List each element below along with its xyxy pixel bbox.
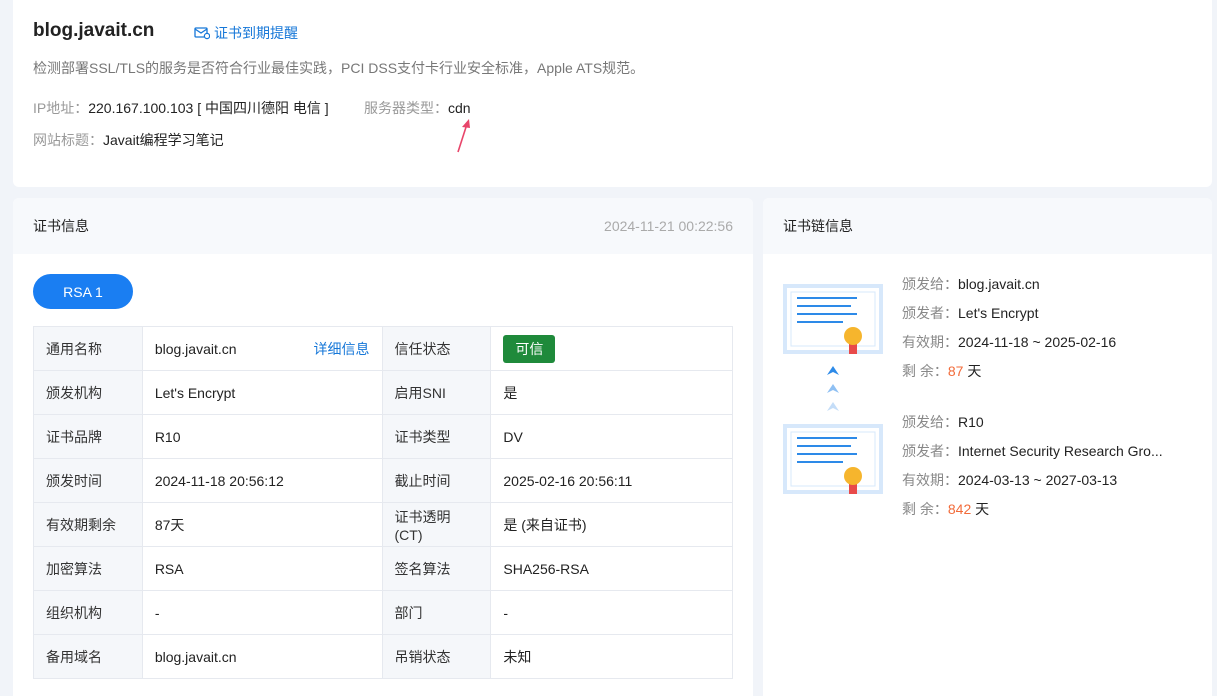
- detail-info-link[interactable]: 详细信息: [314, 339, 370, 359]
- cert-info-header: 证书信息 2024-11-21 00:22:56: [13, 198, 753, 254]
- page-description: 检测部署SSL/TLS的服务是否符合行业最佳实践，PCI DSS支付卡行业安全标…: [33, 60, 645, 76]
- issued-to-label: 颁发给：: [902, 276, 958, 292]
- check-timestamp: 2024-11-21 00:22:56: [604, 218, 733, 234]
- cert-value: Let's Encrypt: [141, 370, 383, 415]
- annotation-arrow-icon: [457, 119, 470, 153]
- certificate-icon: [783, 284, 883, 354]
- site-title-value: Javait编程学习笔记: [103, 132, 224, 148]
- ip-label: IP地址：: [33, 100, 89, 116]
- ip-value: 220.167.100.103 [ 中国四川德阳 电信 ]: [88, 100, 329, 116]
- table-row: 备用域名 blog.javait.cn 吊销状态 未知: [33, 634, 733, 679]
- cert-key: 组织机构: [33, 590, 143, 635]
- days-unit: 天: [975, 501, 990, 517]
- cert-key: 证书品牌: [33, 414, 143, 459]
- cert-key: 启用SNI: [381, 370, 492, 415]
- cert-key: 截止时间: [381, 458, 492, 503]
- tab-rsa-1[interactable]: RSA 1: [33, 274, 133, 309]
- site-title-info: 网站标题：Javait编程学习笔记: [33, 130, 224, 150]
- cert-value: DV: [490, 414, 733, 459]
- issuer-label: 颁发者：: [902, 443, 958, 459]
- trust-status-badge: 可信: [503, 334, 556, 363]
- remaining-label: 剩 余：: [902, 363, 948, 379]
- cert-value: -: [490, 590, 733, 635]
- cert-detail-table: 通用名称 blog.javait.cn 详细信息 信任状态 可信 颁发机构 Le…: [33, 326, 733, 679]
- validity-value: 2024-11-18 ~ 2025-02-16: [958, 334, 1117, 350]
- remind-link-label: 证书到期提醒: [214, 25, 298, 41]
- chain-up-arrows-icon: [827, 366, 839, 411]
- cert-info-title: 证书信息: [33, 218, 89, 234]
- validity-value: 2024-03-13 ~ 2027-03-13: [958, 472, 1118, 488]
- table-row: 加密算法 RSA 签名算法 SHA256-RSA: [33, 546, 733, 591]
- issued-to-value: blog.javait.cn: [958, 276, 1040, 292]
- site-title-label: 网站标题：: [33, 132, 103, 148]
- cert-key: 通用名称: [33, 326, 143, 371]
- validity-label: 有效期：: [902, 334, 958, 350]
- table-row: 有效期剩余 87天 证书透明(CT) 是 (来自证书): [33, 502, 733, 547]
- cert-value: -: [141, 590, 383, 635]
- chain-item-details: 颁发给：blog.javait.cn 颁发者：Let's Encrypt 有效期…: [902, 274, 1116, 390]
- cert-value: R10: [141, 414, 383, 459]
- days-unit: 天: [967, 363, 982, 379]
- cert-key: 证书类型: [381, 414, 492, 459]
- cert-key: 吊销状态: [381, 634, 492, 679]
- cert-key: 证书透明(CT): [381, 502, 492, 547]
- chain-item-details: 颁发给：R10 颁发者：Internet Security Research G…: [902, 412, 1163, 528]
- cert-key: 加密算法: [33, 546, 143, 591]
- cert-value: 2024-11-18 20:56:12: [141, 458, 383, 503]
- cert-expiry-remind-link[interactable]: 证书到期提醒: [194, 23, 298, 43]
- table-row: 颁发机构 Let's Encrypt 启用SNI 是: [33, 370, 733, 415]
- cert-key: 颁发时间: [33, 458, 143, 503]
- cert-key: 有效期剩余: [33, 502, 143, 547]
- cert-key: 信任状态: [381, 326, 492, 371]
- remaining-days: 87: [947, 363, 964, 379]
- cert-value: RSA: [141, 546, 383, 591]
- cert-value: blog.javait.cn: [141, 634, 383, 679]
- site-summary-card: blog.javait.cn 证书到期提醒 检测部署SSL/TLS的服务是否符合…: [13, 0, 1212, 187]
- cert-value: 是 (来自证书): [490, 502, 733, 547]
- remaining-label: 剩 余：: [902, 501, 948, 517]
- cert-key: 部门: [381, 590, 492, 635]
- ip-info: IP地址：220.167.100.103 [ 中国四川德阳 电信 ]: [33, 98, 329, 118]
- cert-value: 2025-02-16 20:56:11: [490, 458, 733, 503]
- cert-key: 颁发机构: [33, 370, 143, 415]
- table-row: 证书品牌 R10 证书类型 DV: [33, 414, 733, 459]
- certificate-icon: [783, 424, 883, 494]
- cert-key: 备用域名: [33, 634, 143, 679]
- cert-value: 可信: [490, 326, 733, 371]
- table-row: 颁发时间 2024-11-18 20:56:12 截止时间 2025-02-16…: [33, 458, 733, 503]
- remaining-days: 842: [947, 501, 972, 517]
- validity-label: 有效期：: [902, 472, 958, 488]
- issuer-value: Internet Security Research Gro...: [958, 443, 1163, 459]
- issued-to-value: R10: [958, 414, 984, 430]
- bell-mail-icon: [194, 27, 210, 40]
- server-type-info: 服务器类型：cdn: [364, 98, 471, 118]
- cert-value: 87天: [141, 502, 383, 547]
- cert-chain-title: 证书链信息: [783, 218, 853, 234]
- table-row: 通用名称 blog.javait.cn 详细信息 信任状态 可信: [33, 326, 733, 371]
- cert-info-card: 证书信息 2024-11-21 00:22:56 RSA 1 通用名称 blog…: [13, 198, 753, 696]
- cert-chain-card: 证书链信息 颁发给：blog.javait.cn 颁发者：Let's Encry…: [763, 198, 1212, 696]
- issued-to-label: 颁发给：: [902, 414, 958, 430]
- table-row: 组织机构 - 部门 -: [33, 590, 733, 635]
- issuer-label: 颁发者：: [902, 305, 958, 321]
- cert-chain-header: 证书链信息: [763, 198, 1212, 254]
- issuer-value: Let's Encrypt: [958, 305, 1039, 321]
- common-name-value: blog.javait.cn: [154, 340, 237, 357]
- domain-title: blog.javait.cn: [33, 20, 155, 41]
- cert-key: 签名算法: [381, 546, 492, 591]
- server-type-label: 服务器类型：: [364, 100, 448, 116]
- cert-value: SHA256-RSA: [490, 546, 733, 591]
- cert-value: 是: [490, 370, 733, 415]
- cert-value: blog.javait.cn 详细信息: [141, 326, 383, 371]
- server-type-value: cdn: [448, 100, 471, 116]
- cert-value: 未知: [490, 634, 733, 679]
